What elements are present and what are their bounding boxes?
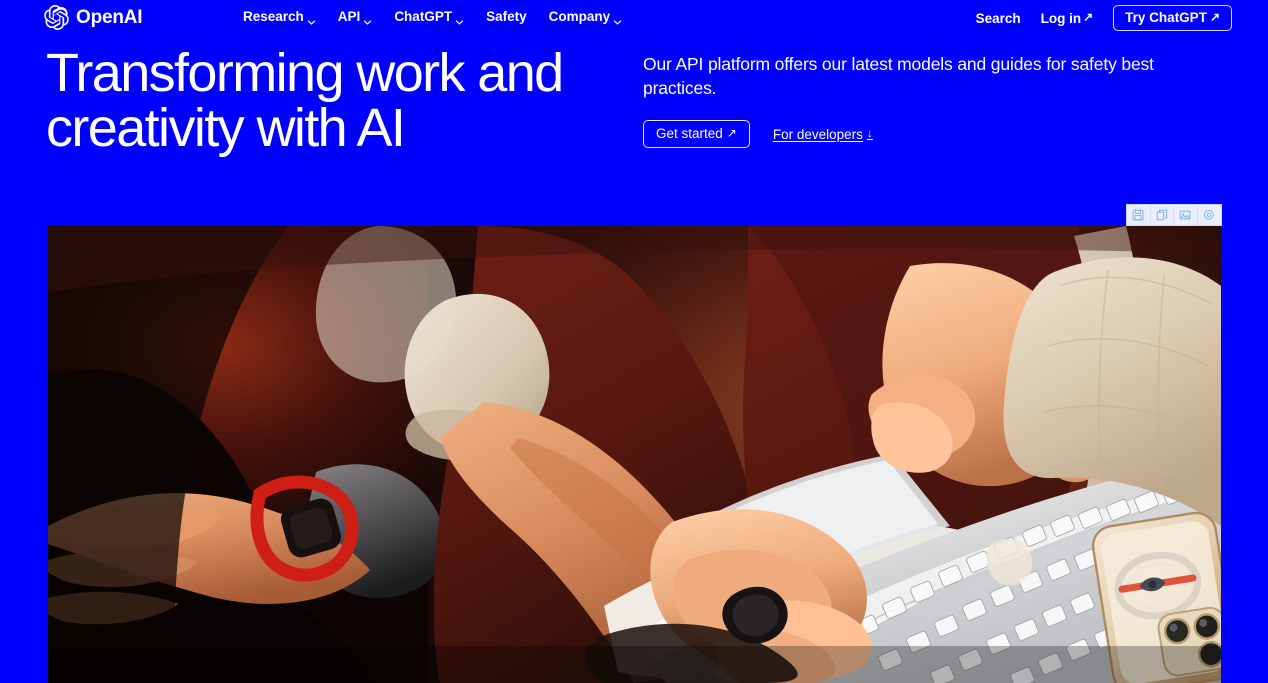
hero-subtitle: Our API platform offers our latest model… — [643, 54, 1154, 98]
openai-homepage: OpenAI Research API ChatGPT Safety Compa… — [0, 0, 1268, 683]
nav-secondary-links: Search Log in ↗ Try ChatGPT ↗ — [976, 5, 1232, 31]
nav-primary-links: Research API ChatGPT Safety Company — [243, 8, 622, 26]
image-icon — [1179, 209, 1191, 221]
nav-item-research[interactable]: Research — [243, 8, 316, 26]
try-chatgpt-label: Try ChatGPT — [1125, 10, 1207, 25]
hero-right-column: Our API platform offers our latest model… — [643, 52, 1218, 148]
nav-item-label: Company — [548, 9, 611, 24]
nav-item-label: Research — [243, 9, 304, 24]
copy-button[interactable] — [1151, 205, 1174, 225]
save-icon — [1132, 209, 1144, 221]
search-button[interactable]: Search — [976, 6, 1021, 31]
hero-cta-group: Get started ↗ For developers ↓ — [643, 120, 1218, 148]
chevron-down-icon — [613, 14, 622, 25]
chevron-down-icon — [363, 14, 372, 25]
brand-logo[interactable]: OpenAI — [44, 5, 143, 31]
brand-name: OpenAI — [76, 7, 143, 28]
get-started-button[interactable]: Get started ↗ — [643, 120, 750, 148]
nav-item-api[interactable]: API — [338, 8, 373, 26]
try-chatgpt-button[interactable]: Try ChatGPT ↗ — [1113, 5, 1232, 31]
nav-item-company[interactable]: Company — [549, 8, 623, 26]
for-developers-link[interactable]: For developers ↓ — [773, 127, 873, 142]
hero-image — [48, 226, 1221, 683]
nav-item-chatgpt[interactable]: ChatGPT — [394, 8, 464, 26]
nav-item-label: API — [337, 9, 361, 24]
openai-logomark-icon — [44, 5, 69, 31]
settings-icon — [1203, 209, 1215, 221]
arrow-up-right-icon: ↗ — [1209, 9, 1220, 24]
nav-item-safety[interactable]: Safety — [486, 8, 527, 26]
for-developers-label: For developers — [772, 126, 863, 142]
search-label: Search — [975, 10, 1021, 26]
page-title: Transforming work and creativity with AI — [46, 43, 564, 158]
nav-item-label: ChatGPT — [394, 9, 453, 24]
chevron-down-icon — [307, 14, 316, 25]
arrow-up-right-icon: ↗ — [726, 125, 737, 140]
save-button[interactable] — [1127, 205, 1151, 225]
login-label: Log in — [1040, 10, 1082, 26]
chevron-down-icon — [455, 14, 464, 25]
arrow-up-right-icon: ↗ — [1083, 10, 1094, 24]
login-link[interactable]: Log in ↗ — [1041, 6, 1094, 31]
image-toolbar — [1126, 204, 1222, 226]
get-started-label: Get started — [656, 126, 723, 141]
arrow-down-icon: ↓ — [866, 126, 873, 140]
nav-item-label: Safety — [486, 9, 527, 24]
copy-icon — [1156, 209, 1168, 221]
top-navigation-bar: OpenAI Research API ChatGPT Safety Compa… — [0, 0, 1268, 34]
settings-button[interactable] — [1198, 205, 1221, 225]
image-button[interactable] — [1174, 205, 1198, 225]
